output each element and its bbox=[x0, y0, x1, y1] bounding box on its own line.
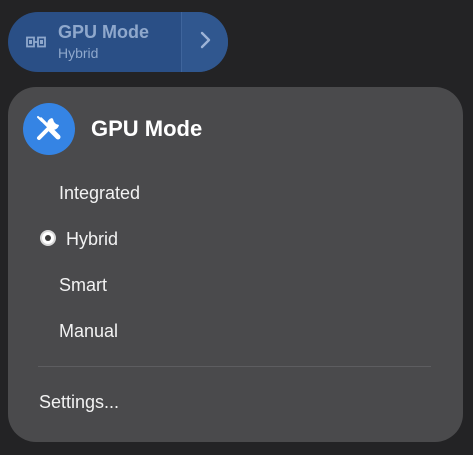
chevron-right-icon bbox=[199, 31, 211, 54]
settings-item[interactable]: Settings... bbox=[8, 382, 463, 422]
radio-selected-icon bbox=[40, 230, 56, 246]
settings-label: Settings... bbox=[39, 391, 120, 412]
menu-title: GPU Mode bbox=[91, 116, 203, 141]
option-smart[interactable]: Smart bbox=[8, 265, 463, 305]
gpu-mode-toggle: GPU Mode Hybrid bbox=[8, 12, 228, 72]
toggle-subtitle: Hybrid bbox=[58, 44, 99, 61]
option-label: Manual bbox=[59, 320, 119, 341]
option-label: Smart bbox=[59, 274, 108, 295]
option-integrated[interactable]: Integrated bbox=[8, 173, 463, 213]
toggle-menu-arrow-button[interactable] bbox=[181, 12, 228, 72]
option-label: Hybrid bbox=[66, 228, 119, 249]
radio-dot bbox=[45, 235, 51, 241]
toggle-texts: GPU Mode Hybrid bbox=[58, 21, 150, 61]
option-label: Integrated bbox=[59, 182, 141, 203]
menu-divider bbox=[38, 366, 431, 367]
toggle-title: GPU Mode bbox=[58, 21, 150, 42]
gpu-mode-menu: GPU Mode Integrated Hybrid Smart Manual … bbox=[8, 87, 463, 442]
wrench-screwdriver-icon bbox=[23, 103, 75, 155]
menu-header: GPU Mode bbox=[23, 103, 202, 155]
option-manual[interactable]: Manual bbox=[8, 311, 463, 351]
gpu-chip-icon bbox=[26, 35, 46, 49]
gpu-mode-toggle-button[interactable]: GPU Mode Hybrid bbox=[8, 12, 181, 72]
screen: GPU Mode Hybrid GPU Mode Integrated Hybr… bbox=[0, 0, 473, 455]
option-hybrid[interactable]: Hybrid bbox=[8, 219, 463, 259]
